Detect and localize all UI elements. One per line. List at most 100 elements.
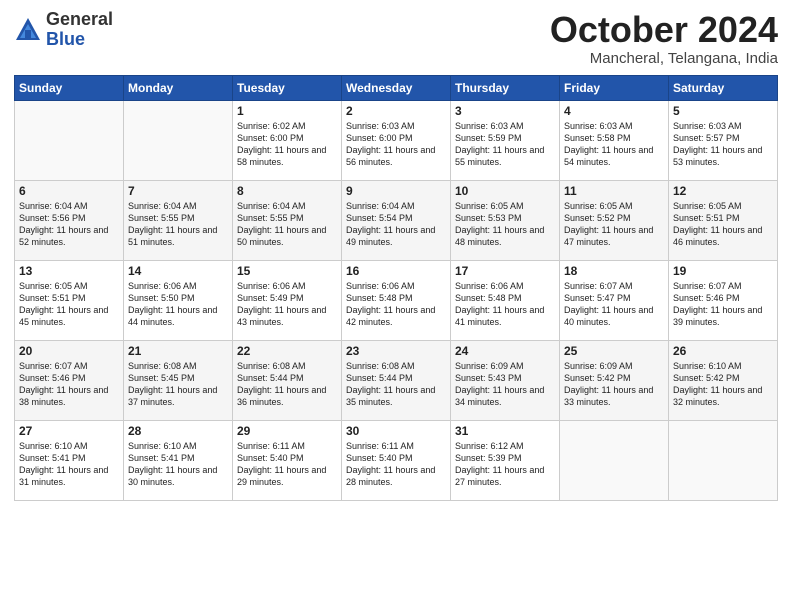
table-row: 13Sunrise: 6:05 AM Sunset: 5:51 PM Dayli… [15, 260, 124, 340]
day-info: Sunrise: 6:08 AM Sunset: 5:44 PM Dayligh… [237, 360, 337, 409]
day-info: Sunrise: 6:07 AM Sunset: 5:46 PM Dayligh… [673, 280, 773, 329]
calendar-week-row: 13Sunrise: 6:05 AM Sunset: 5:51 PM Dayli… [15, 260, 778, 340]
header-saturday: Saturday [669, 75, 778, 100]
header-friday: Friday [560, 75, 669, 100]
calendar-header-row: Sunday Monday Tuesday Wednesday Thursday… [15, 75, 778, 100]
header-tuesday: Tuesday [233, 75, 342, 100]
table-row: 12Sunrise: 6:05 AM Sunset: 5:51 PM Dayli… [669, 180, 778, 260]
day-info: Sunrise: 6:04 AM Sunset: 5:55 PM Dayligh… [128, 200, 228, 249]
table-row: 24 Sunrise: 6:09 AM Sunset: 5:43 PM Dayli… [451, 340, 560, 420]
day-number: 22 [237, 344, 337, 358]
logo-blue-text: Blue [46, 30, 113, 50]
day-number: 28 [128, 424, 228, 438]
day-number: 3 [455, 104, 555, 118]
day-number: 29 [237, 424, 337, 438]
table-row: 22 Sunrise: 6:08 AM Sunset: 5:44 PM Dayli… [233, 340, 342, 420]
table-row: 19Sunrise: 6:07 AM Sunset: 5:46 PM Dayli… [669, 260, 778, 340]
table-row: 14 Sunrise: 6:06 AM Sunset: 5:50 PM Dayli… [124, 260, 233, 340]
calendar-week-row: 20 Sunrise: 6:07 AM Sunset: 5:46 PM Dayli… [15, 340, 778, 420]
day-number: 31 [455, 424, 555, 438]
day-info: Sunrise: 6:03 AM Sunset: 5:58 PM Dayligh… [564, 120, 664, 169]
day-info: Sunrise: 6:07 AM Sunset: 5:46 PM Dayligh… [19, 360, 119, 409]
calendar-week-row: 27Sunrise: 6:10 AM Sunset: 5:41 PM Dayli… [15, 420, 778, 500]
day-number: 8 [237, 184, 337, 198]
table-row [124, 100, 233, 180]
day-number: 6 [19, 184, 119, 198]
logo-text: General Blue [46, 10, 113, 50]
header-sunday: Sunday [15, 75, 124, 100]
table-row: 26 Sunrise: 6:10 AM Sunset: 5:42 PM Dayli… [669, 340, 778, 420]
table-row: 11 Sunrise: 6:05 AM Sunset: 5:52 PM Dayli… [560, 180, 669, 260]
header-wednesday: Wednesday [342, 75, 451, 100]
day-info: Sunrise: 6:10 AM Sunset: 5:41 PM Dayligh… [128, 440, 228, 489]
table-row [669, 420, 778, 500]
day-info: Sunrise: 6:06 AM Sunset: 5:50 PM Dayligh… [128, 280, 228, 329]
page-container: General Blue October 2024 Mancheral, Tel… [0, 0, 792, 511]
day-info: Sunrise: 6:06 AM Sunset: 5:48 PM Dayligh… [346, 280, 446, 329]
table-row: 18Sunrise: 6:07 AM Sunset: 5:47 PM Dayli… [560, 260, 669, 340]
logo-icon [14, 16, 42, 44]
table-row: 10 Sunrise: 6:05 AM Sunset: 5:53 PM Dayli… [451, 180, 560, 260]
day-number: 16 [346, 264, 446, 278]
day-info: Sunrise: 6:04 AM Sunset: 5:54 PM Dayligh… [346, 200, 446, 249]
day-number: 17 [455, 264, 555, 278]
logo-general-text: General [46, 10, 113, 30]
day-number: 13 [19, 264, 119, 278]
day-info: Sunrise: 6:04 AM Sunset: 5:56 PM Dayligh… [19, 200, 119, 249]
day-info: Sunrise: 6:09 AM Sunset: 5:42 PM Dayligh… [564, 360, 664, 409]
table-row: 28 Sunrise: 6:10 AM Sunset: 5:41 PM Dayli… [124, 420, 233, 500]
table-row: 4 Sunrise: 6:03 AM Sunset: 5:58 PM Daylig… [560, 100, 669, 180]
day-number: 11 [564, 184, 664, 198]
day-number: 23 [346, 344, 446, 358]
table-row: 17 Sunrise: 6:06 AM Sunset: 5:48 PM Dayli… [451, 260, 560, 340]
title-block: October 2024 Mancheral, Telangana, India [550, 10, 778, 67]
table-row: 7 Sunrise: 6:04 AM Sunset: 5:55 PM Daylig… [124, 180, 233, 260]
table-row: 23Sunrise: 6:08 AM Sunset: 5:44 PM Dayli… [342, 340, 451, 420]
day-number: 14 [128, 264, 228, 278]
day-info: Sunrise: 6:06 AM Sunset: 5:49 PM Dayligh… [237, 280, 337, 329]
day-info: Sunrise: 6:02 AM Sunset: 6:00 PM Dayligh… [237, 120, 337, 169]
table-row: 16 Sunrise: 6:06 AM Sunset: 5:48 PM Dayli… [342, 260, 451, 340]
day-info: Sunrise: 6:03 AM Sunset: 5:59 PM Dayligh… [455, 120, 555, 169]
header-thursday: Thursday [451, 75, 560, 100]
table-row: 1 Sunrise: 6:02 AM Sunset: 6:00 PM Daylig… [233, 100, 342, 180]
day-number: 1 [237, 104, 337, 118]
table-row: 2Sunrise: 6:03 AM Sunset: 6:00 PM Daylig… [342, 100, 451, 180]
day-number: 18 [564, 264, 664, 278]
table-row: 6 Sunrise: 6:04 AM Sunset: 5:56 PM Daylig… [15, 180, 124, 260]
header-monday: Monday [124, 75, 233, 100]
table-row: 15 Sunrise: 6:06 AM Sunset: 5:49 PM Dayli… [233, 260, 342, 340]
day-info: Sunrise: 6:08 AM Sunset: 5:45 PM Dayligh… [128, 360, 228, 409]
title-month: October 2024 [550, 10, 778, 50]
table-row: 29 Sunrise: 6:11 AM Sunset: 5:40 PM Dayli… [233, 420, 342, 500]
day-info: Sunrise: 6:11 AM Sunset: 5:40 PM Dayligh… [237, 440, 337, 489]
day-number: 12 [673, 184, 773, 198]
table-row: 27Sunrise: 6:10 AM Sunset: 5:41 PM Dayli… [15, 420, 124, 500]
table-row: 20 Sunrise: 6:07 AM Sunset: 5:46 PM Dayli… [15, 340, 124, 420]
title-location: Mancheral, Telangana, India [550, 50, 778, 67]
table-row: 31 Sunrise: 6:12 AM Sunset: 5:39 PM Dayli… [451, 420, 560, 500]
calendar-week-row: 1 Sunrise: 6:02 AM Sunset: 6:00 PM Daylig… [15, 100, 778, 180]
table-row [15, 100, 124, 180]
day-number: 20 [19, 344, 119, 358]
day-info: Sunrise: 6:09 AM Sunset: 5:43 PM Dayligh… [455, 360, 555, 409]
day-info: Sunrise: 6:12 AM Sunset: 5:39 PM Dayligh… [455, 440, 555, 489]
day-number: 7 [128, 184, 228, 198]
day-info: Sunrise: 6:05 AM Sunset: 5:52 PM Dayligh… [564, 200, 664, 249]
day-number: 21 [128, 344, 228, 358]
day-number: 10 [455, 184, 555, 198]
day-info: Sunrise: 6:04 AM Sunset: 5:55 PM Dayligh… [237, 200, 337, 249]
day-number: 4 [564, 104, 664, 118]
day-info: Sunrise: 6:10 AM Sunset: 5:42 PM Dayligh… [673, 360, 773, 409]
day-number: 24 [455, 344, 555, 358]
table-row: 21 Sunrise: 6:08 AM Sunset: 5:45 PM Dayli… [124, 340, 233, 420]
table-row: 5Sunrise: 6:03 AM Sunset: 5:57 PM Daylig… [669, 100, 778, 180]
day-number: 26 [673, 344, 773, 358]
day-info: Sunrise: 6:05 AM Sunset: 5:53 PM Dayligh… [455, 200, 555, 249]
day-info: Sunrise: 6:11 AM Sunset: 5:40 PM Dayligh… [346, 440, 446, 489]
day-info: Sunrise: 6:06 AM Sunset: 5:48 PM Dayligh… [455, 280, 555, 329]
day-number: 25 [564, 344, 664, 358]
calendar-week-row: 6 Sunrise: 6:04 AM Sunset: 5:56 PM Daylig… [15, 180, 778, 260]
day-number: 2 [346, 104, 446, 118]
day-number: 15 [237, 264, 337, 278]
